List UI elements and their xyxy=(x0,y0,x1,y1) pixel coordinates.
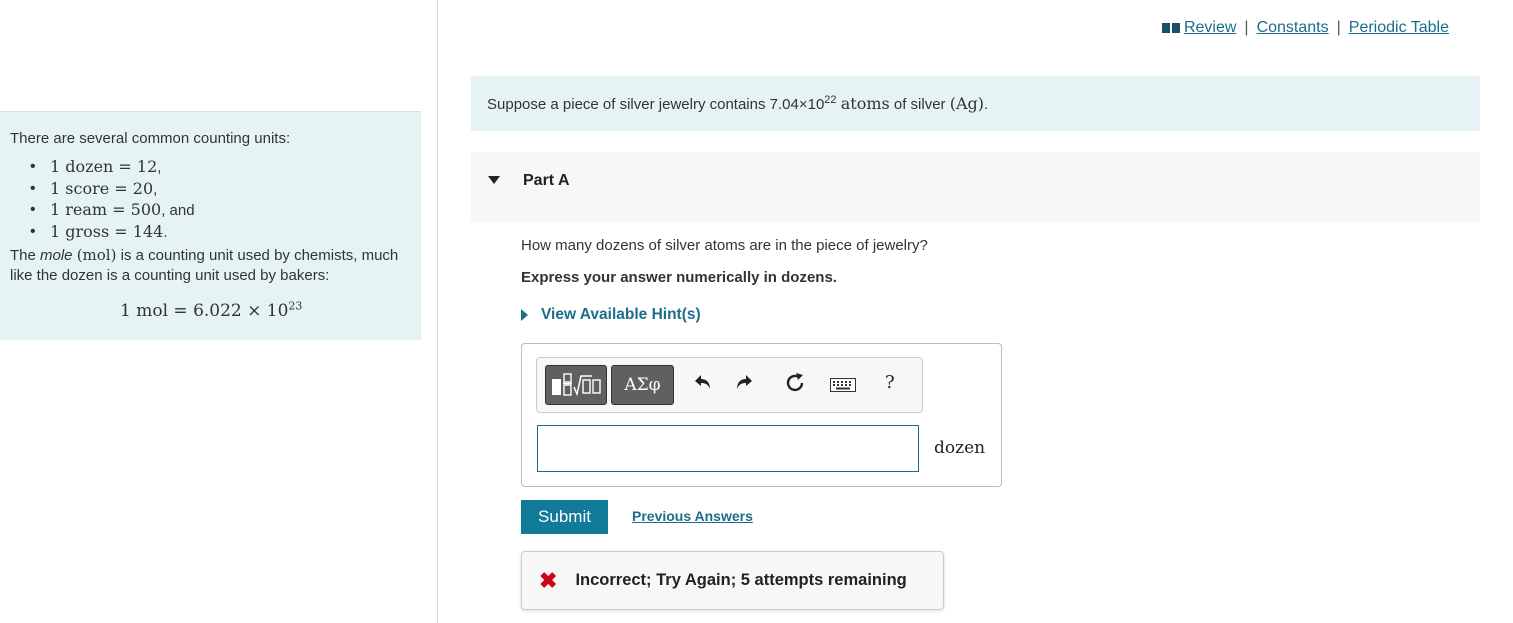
mole-word: mole xyxy=(40,247,73,264)
element-symbol: (Ag) xyxy=(949,94,984,113)
list-item: 1 gross = 144. xyxy=(30,221,411,244)
problem-text: Suppose a piece of silver jewelry contai… xyxy=(487,94,988,113)
unit-suffix: , xyxy=(153,180,158,198)
keyboard-icon[interactable] xyxy=(830,378,856,392)
units-list: 1 dozen = 12, 1 score = 20, 1 ream = 500… xyxy=(10,157,411,243)
panel-divider xyxy=(437,0,438,623)
list-item: 1 dozen = 12, xyxy=(30,157,411,179)
review-link[interactable]: Review xyxy=(1184,19,1236,37)
periodic-table-link[interactable]: Periodic Table xyxy=(1349,19,1449,37)
error-x-icon: ✖ xyxy=(539,567,558,593)
problem-text-mid: of silver xyxy=(889,96,950,113)
mole-pre: The xyxy=(10,247,41,264)
mole-symbol: (mol) xyxy=(76,246,117,264)
reset-icon[interactable] xyxy=(784,372,806,394)
problem-exponent: 22 xyxy=(824,94,837,106)
feedback-text: Incorrect; Try Again; 5 attempts remaini… xyxy=(575,571,907,589)
submit-button[interactable]: Submit xyxy=(521,500,608,534)
equation-exponent: 23 xyxy=(288,299,303,313)
list-item: 1 ream = 500, and xyxy=(30,200,411,222)
problem-statement: Suppose a piece of silver jewelry contai… xyxy=(471,76,1480,131)
unit-math: 1 dozen = 12 xyxy=(50,157,158,176)
part-a-header[interactable]: Part A xyxy=(471,152,1480,222)
view-hints-link[interactable]: View Available Hint(s) xyxy=(521,306,701,324)
problem-text-end: . xyxy=(984,96,989,113)
part-title: Part A xyxy=(523,172,570,189)
answer-input[interactable] xyxy=(537,425,919,472)
symbols-button[interactable]: ΑΣφ xyxy=(611,365,674,405)
atoms-word: atoms xyxy=(840,94,890,113)
info-panel: There are several common counting units:… xyxy=(0,111,421,340)
problem-text-pre: Suppose a piece of silver jewelry contai… xyxy=(487,96,825,113)
unit-math: 1 gross = 144 xyxy=(50,221,164,241)
caret-right-icon xyxy=(521,309,528,321)
feedback-box: ✖ Incorrect; Try Again; 5 attempts remai… xyxy=(521,551,944,610)
redo-icon[interactable] xyxy=(735,374,753,390)
templates-button[interactable] xyxy=(545,365,607,405)
undo-icon[interactable] xyxy=(694,374,712,390)
avogadro-equation: 1 mol = 6.022 × 1023 xyxy=(10,299,411,321)
link-separator: | xyxy=(1336,19,1341,36)
math-toolbar: ΑΣφ ? xyxy=(536,357,923,413)
unit-suffix: . xyxy=(163,223,168,241)
templates-icon xyxy=(552,373,601,397)
help-button[interactable]: ? xyxy=(885,372,895,393)
unit-suffix: , xyxy=(157,159,162,176)
previous-answers-link[interactable]: Previous Answers xyxy=(632,508,753,524)
question-text: How many dozens of silver atoms are in t… xyxy=(521,237,928,254)
constants-link[interactable]: Constants xyxy=(1257,19,1329,37)
list-item: 1 score = 20, xyxy=(30,178,411,201)
mole-description: The mole (mol) is a counting unit used b… xyxy=(10,245,411,286)
equation-base: 1 mol = 6.022 × 10 xyxy=(120,301,289,321)
unit-suffix: , and xyxy=(161,202,195,219)
instruction-text: Express your answer numerically in dozen… xyxy=(521,269,837,286)
hints-label: View Available Hint(s) xyxy=(541,306,701,323)
unit-math: 1 ream = 500 xyxy=(50,200,162,219)
book-icon xyxy=(1161,22,1180,34)
unit-math: 1 score = 20 xyxy=(50,178,154,198)
link-separator: | xyxy=(1244,19,1249,36)
info-intro: There are several common counting units: xyxy=(10,130,291,147)
caret-down-icon[interactable] xyxy=(488,176,500,184)
answer-box: ΑΣφ ? dozen xyxy=(521,343,1002,487)
resource-links: Review | Constants | Periodic Table xyxy=(1161,19,1449,37)
unit-label: dozen xyxy=(934,438,986,458)
